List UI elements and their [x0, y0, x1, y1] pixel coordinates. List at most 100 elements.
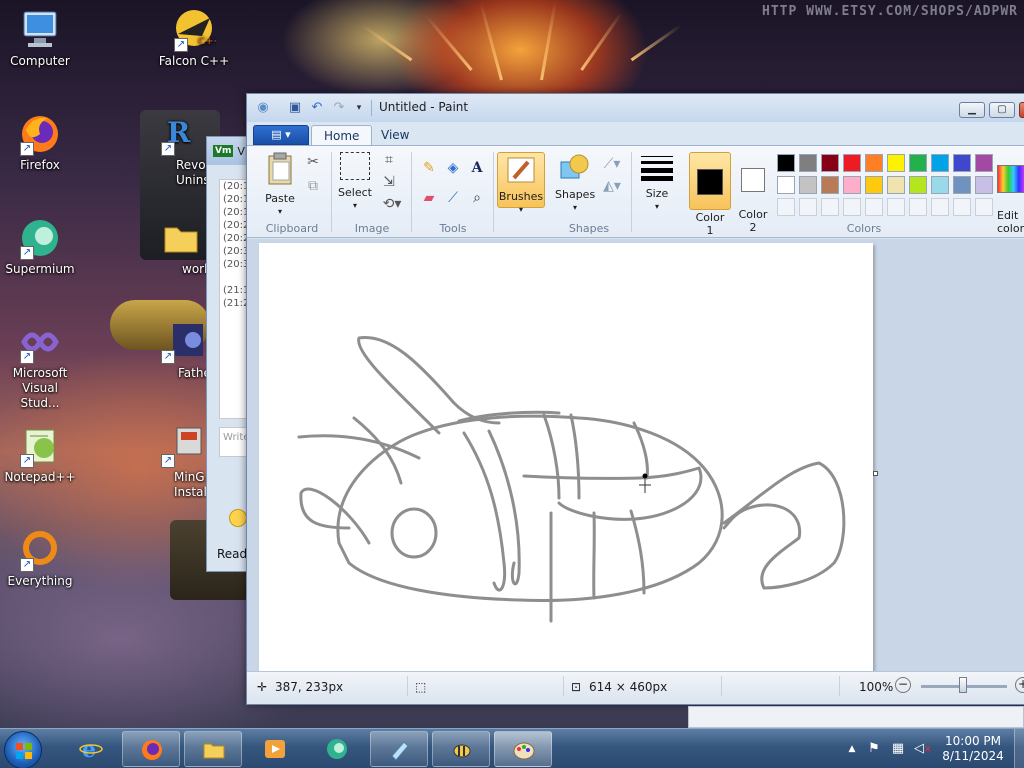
shapes-button[interactable]: Shapes ▾: [555, 152, 595, 214]
copy-icon[interactable]: ⧉: [303, 176, 323, 196]
fill-icon[interactable]: ◈: [443, 158, 463, 178]
palette-swatch[interactable]: [821, 176, 839, 194]
desktop-icon-falcon-cpp[interactable]: C++ ↗ Falcon C++: [156, 8, 232, 69]
taskbar-paint[interactable]: [494, 731, 552, 767]
palette-swatch[interactable]: [953, 176, 971, 194]
palette-swatch[interactable]: [887, 176, 905, 194]
rotate-icon[interactable]: ⟲▾: [379, 194, 405, 214]
desktop-icon-firefox[interactable]: ↗ Firefox: [2, 112, 78, 173]
crop-icon[interactable]: ⌗: [379, 150, 399, 170]
palette-swatch[interactable]: [821, 154, 839, 172]
eraser-icon[interactable]: ▰: [419, 188, 439, 208]
taskbar-app[interactable]: [370, 731, 428, 767]
start-button[interactable]: [4, 731, 42, 768]
drawing-canvas[interactable]: [259, 243, 873, 673]
minimize-button[interactable]: ▁: [959, 102, 985, 118]
palette-swatch[interactable]: [865, 154, 883, 172]
group-label-tools: Tools: [439, 222, 467, 235]
tab-view[interactable]: View: [369, 125, 421, 147]
palette-swatch[interactable]: [821, 198, 839, 216]
tab-home[interactable]: Home: [311, 125, 373, 147]
save-icon[interactable]: ▣: [287, 100, 303, 116]
palette-swatch[interactable]: [799, 198, 817, 216]
maximize-button[interactable]: ▢: [989, 102, 1015, 118]
taskbar-firefox[interactable]: [122, 731, 180, 767]
paste-button[interactable]: Paste ▾: [259, 152, 301, 218]
palette-swatch[interactable]: [865, 176, 883, 194]
show-desktop-button[interactable]: [1014, 729, 1024, 768]
desktop-icon-computer[interactable]: Computer: [2, 8, 78, 69]
paint-menu-button[interactable]: ▤ ▾: [253, 125, 309, 145]
size-label: Size: [645, 187, 669, 200]
palette-swatch[interactable]: [799, 154, 817, 172]
taskbar-file-explorer[interactable]: [184, 731, 242, 767]
paint-app-icon[interactable]: ◉: [255, 100, 271, 116]
palette-swatch[interactable]: [953, 198, 971, 216]
redo-icon[interactable]: ↷: [331, 100, 347, 116]
taskbar-supermium[interactable]: [308, 731, 366, 767]
desktop-icon-everything[interactable]: ↗ Everything: [2, 528, 78, 589]
network-icon[interactable]: ▦: [890, 741, 906, 757]
edit-colors-button[interactable]: Edit colors: [997, 152, 1024, 248]
desktop-icon-visual-studio[interactable]: ↗ Microsoft Visual Stud...: [2, 320, 78, 411]
emoji-icon[interactable]: [229, 509, 247, 527]
action-center-flag-icon[interactable]: ⚑: [866, 741, 882, 757]
volume-muted-icon[interactable]: ◁✕: [914, 741, 932, 757]
palette-swatch[interactable]: [975, 154, 993, 172]
desktop-icon-work-folder[interactable]: work: [156, 216, 206, 277]
desktop-icon-revo-uninstaller[interactable]: R ↗ Revo Uninsta...: [156, 112, 206, 188]
paint-window[interactable]: ◉ ▣ ↶ ↷ ▾ Untitled - Paint ▁ ▢ ✕ ▤ ▾ Hom…: [246, 93, 1024, 705]
outline-icon[interactable]: ⟋▾: [599, 154, 625, 174]
show-hidden-icons-icon[interactable]: ▲: [844, 741, 860, 757]
brushes-button[interactable]: Brushes ▾: [497, 152, 545, 214]
pencil-icon[interactable]: ✎: [419, 158, 439, 178]
palette-swatch[interactable]: [909, 154, 927, 172]
canvas-resize-handle[interactable]: [873, 471, 878, 476]
palette-swatch[interactable]: [777, 154, 795, 172]
magnifier-icon[interactable]: ⌕: [467, 188, 487, 208]
color1-button[interactable]: Color 1: [689, 152, 731, 237]
undo-icon[interactable]: ↶: [309, 100, 325, 116]
palette-swatch[interactable]: [887, 198, 905, 216]
fill-shape-icon[interactable]: ◭▾: [599, 176, 625, 196]
taskbar-internet-explorer[interactable]: e: [62, 731, 120, 767]
close-button[interactable]: ✕: [1019, 102, 1024, 118]
palette-swatch[interactable]: [909, 176, 927, 194]
palette-swatch[interactable]: [865, 198, 883, 216]
palette-swatch[interactable]: [777, 176, 795, 194]
palette-swatch[interactable]: [975, 198, 993, 216]
taskbar-clock[interactable]: 10:00 PM 8/11/2024: [942, 734, 1004, 764]
palette-swatch[interactable]: [931, 198, 949, 216]
palette-swatch[interactable]: [953, 154, 971, 172]
zoom-out-button[interactable]: −: [895, 677, 911, 693]
zoom-in-button[interactable]: +: [1015, 677, 1024, 693]
desktop-icon-supermium[interactable]: ↗ Supermium: [2, 216, 78, 277]
desktop-icon-notepadpp[interactable]: ↗ Notepad++: [2, 424, 78, 485]
paint-icon: [513, 742, 535, 760]
select-button[interactable]: Select ▾: [337, 152, 373, 212]
color2-button[interactable]: Color 2: [733, 155, 773, 247]
paint-titlebar[interactable]: ◉ ▣ ↶ ↷ ▾ Untitled - Paint ▁ ▢ ✕: [247, 94, 1024, 122]
palette-swatch[interactable]: [887, 154, 905, 172]
palette-swatch[interactable]: [777, 198, 795, 216]
palette-swatch[interactable]: [931, 176, 949, 194]
zoom-slider-thumb[interactable]: [959, 677, 967, 693]
desktop-icon-mingw-installer[interactable]: ↗ MinG... Install...: [156, 424, 206, 500]
taskbar-media-player[interactable]: [246, 731, 304, 767]
palette-swatch[interactable]: [843, 176, 861, 194]
palette-swatch[interactable]: [799, 176, 817, 194]
customize-quick-access-icon[interactable]: ▾: [351, 100, 367, 116]
size-button[interactable]: Size ▾: [637, 154, 677, 213]
palette-swatch[interactable]: [909, 198, 927, 216]
taskbar-app2[interactable]: [432, 731, 490, 767]
resize-icon[interactable]: ⇲: [379, 172, 399, 192]
palette-swatch[interactable]: [931, 154, 949, 172]
canvas-workspace[interactable]: [247, 239, 1024, 673]
palette-swatch[interactable]: [975, 176, 993, 194]
cut-icon[interactable]: ✂: [303, 152, 323, 172]
color-picker-icon[interactable]: ⟋: [443, 188, 463, 208]
palette-swatch[interactable]: [843, 154, 861, 172]
desktop-icon-app[interactable]: ↗ Fathe...: [156, 320, 206, 381]
palette-swatch[interactable]: [843, 198, 861, 216]
text-icon[interactable]: A: [467, 158, 487, 178]
